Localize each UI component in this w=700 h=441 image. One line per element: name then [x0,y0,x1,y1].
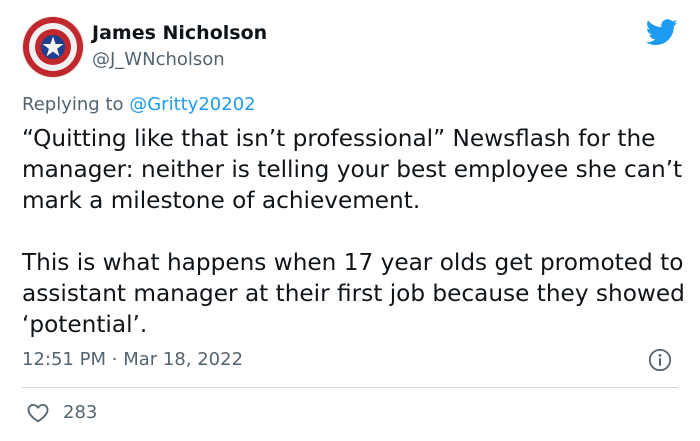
replying-to: Replying to @Gritty20202 [22,94,256,115]
shield-avatar-icon [22,16,84,78]
reply-target-link[interactable]: @Gritty20202 [129,94,255,115]
heart-icon[interactable] [26,401,50,425]
reply-prefix: Replying to [22,94,124,115]
like-count: 283 [63,402,98,423]
tweet-timestamp[interactable]: 12:51 PM · Mar 18, 2022 [22,349,243,370]
tweet-paragraph-2: This is what happens when 17 year olds g… [22,249,685,338]
avatar[interactable] [22,16,84,78]
author-handle[interactable]: @J_WNcholson [92,49,225,70]
tweet-card: James Nicholson @J_WNcholson Replying to… [0,0,700,441]
tweet-text: “Quitting like that isn’t professional” … [22,123,687,340]
timestamp-separator: · [111,349,118,370]
tweet-date: Mar 18, 2022 [123,349,244,370]
tweet-paragraph-1: “Quitting like that isn’t professional” … [22,125,683,214]
author-name[interactable]: James Nicholson [92,22,267,44]
tweet-time: 12:51 PM [22,349,106,370]
info-icon[interactable] [648,348,672,372]
twitter-bird-icon[interactable] [646,19,678,46]
divider [22,387,678,388]
